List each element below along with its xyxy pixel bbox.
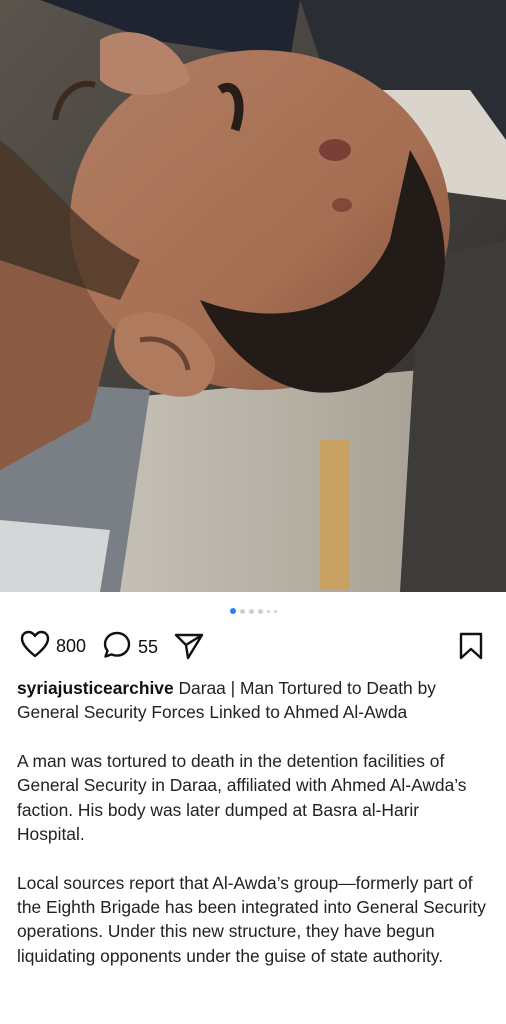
send-icon — [174, 632, 204, 665]
caption-paragraph: A man was tortured to death in the deten… — [17, 751, 467, 844]
post-caption: syriajusticearchive Daraa | Man Tortured… — [17, 676, 491, 992]
post-actions-bar: 800 55 — [0, 628, 506, 668]
save-button[interactable] — [458, 632, 484, 665]
carousel-dot — [266, 609, 270, 613]
caption-paragraph: Local sources report that Al-Awda’s grou… — [17, 872, 486, 966]
carousel-dot — [229, 608, 236, 614]
heart-icon — [20, 630, 50, 663]
like-count: 800 — [56, 636, 87, 656]
comment-bubble-icon — [102, 630, 132, 665]
comment-button[interactable]: 55 — [102, 630, 158, 665]
carousel-indicator — [0, 606, 506, 616]
like-button[interactable]: 800 — [20, 630, 86, 663]
carousel-dot — [248, 608, 254, 614]
bookmark-icon — [458, 632, 484, 665]
carousel-dot — [239, 608, 245, 614]
carousel-dot — [257, 608, 263, 614]
username-link[interactable]: syriajusticearchive — [17, 678, 174, 698]
caption-header: syriajusticearchive Daraa | Man Tortured… — [17, 676, 491, 725]
comment-count: 55 — [138, 637, 159, 657]
carousel-dot — [273, 609, 277, 613]
post-photo[interactable] — [0, 0, 506, 592]
share-button[interactable] — [174, 632, 204, 665]
